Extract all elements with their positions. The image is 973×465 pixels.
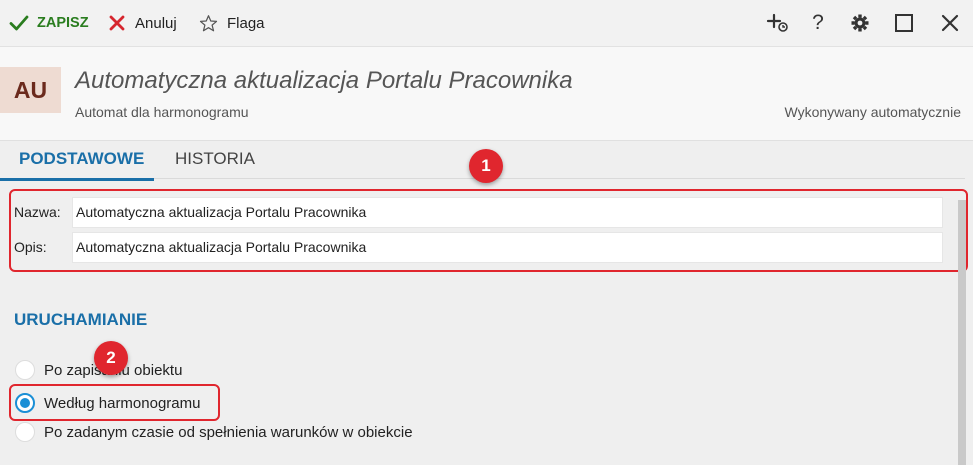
checkmark-icon	[9, 13, 29, 33]
radio-label: Po zadanym czasie od spełnienia warunków…	[44, 423, 413, 441]
save-button[interactable]: ZAPISZ	[9, 0, 89, 46]
section-title: URUCHAMIANIE	[14, 310, 148, 329]
avatar: AU	[0, 67, 61, 113]
close-icon[interactable]	[935, 0, 965, 46]
radio-button[interactable]	[15, 360, 35, 380]
cancel-label: Anuluj	[135, 14, 177, 32]
maximize-icon[interactable]	[889, 0, 919, 46]
annotation-box-1	[9, 189, 968, 272]
tab-historia[interactable]: HISTORIA	[175, 149, 255, 169]
scrollbar[interactable]	[958, 200, 966, 465]
radio-button[interactable]	[15, 422, 35, 442]
add-step-icon[interactable]	[763, 0, 793, 46]
help-icon[interactable]: ?	[803, 0, 833, 46]
gear-icon[interactable]	[845, 0, 875, 46]
record-header: AU Automatyczna aktualizacja Portalu Pra…	[0, 47, 973, 141]
save-label: ZAPISZ	[37, 15, 89, 31]
page-title: Automatyczna aktualizacja Portalu Pracow…	[75, 67, 573, 94]
flag-button[interactable]: Flaga	[199, 0, 265, 46]
radio-option-po-zadanym-czasie[interactable]: Po zadanym czasie od spełnienia warunków…	[15, 422, 413, 442]
star-icon	[199, 14, 218, 33]
status-text: Wykonywany automatycznie	[784, 104, 961, 120]
close-x-icon	[108, 14, 126, 32]
annotation-marker-2: 2	[94, 341, 128, 375]
flag-label: Flaga	[227, 14, 265, 32]
cancel-button[interactable]: Anuluj	[108, 0, 177, 46]
annotation-marker-1: 1	[469, 149, 503, 183]
toolbar: ZAPISZ Anuluj Flaga ?	[0, 0, 973, 47]
tab-podstawowe[interactable]: PODSTAWOWE	[0, 149, 155, 181]
annotation-box-2	[9, 384, 220, 421]
page-subtitle: Automat dla harmonogramu	[75, 104, 249, 120]
